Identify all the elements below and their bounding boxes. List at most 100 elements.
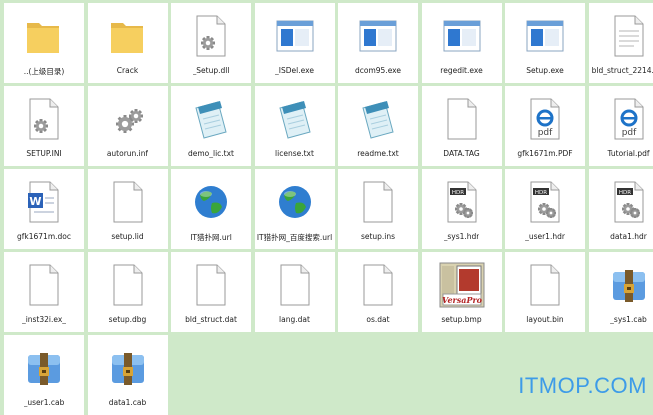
hdr-file-icon: HDR [606,179,652,225]
svg-text:pdf: pdf [538,128,553,138]
folder-icon [21,13,67,59]
file-name: license.txt [275,149,314,158]
file-name: SETUP.INI [26,149,61,158]
cab-archive-icon [21,345,67,391]
file-name: _user1.hdr [525,232,565,241]
exe-window-icon [439,13,485,59]
blank-file-icon [439,96,485,142]
file-name: gfk1671m.PDF [517,149,572,158]
svg-text:VersaPro: VersaPro [441,295,482,305]
file-item[interactable]: Crack [88,3,168,83]
site-watermark: ITMOP.COM [518,373,647,399]
blank-file-icon [522,262,568,308]
exe-window-icon [272,13,318,59]
file-item[interactable]: _inst32i.ex_ [4,252,84,332]
folder-icon [105,13,151,59]
file-name: regedit.exe [440,66,482,75]
svg-text:HDR: HDR [618,190,630,196]
file-item[interactable]: HDR _user1.hdr [505,169,585,249]
file-item[interactable]: pdf gfk1671m.PDF [505,86,585,166]
file-item[interactable]: SETUP.INI [4,86,84,166]
file-name: demo_lic.txt [188,149,234,158]
file-name: Tutorial.pdf [607,149,649,158]
file-name: ..(上级目录) [24,66,65,77]
blank-file-icon [355,179,401,225]
file-name: dcom95.exe [355,66,401,75]
versapro-image-icon: VersaPro [439,262,485,308]
file-name: _user1.cab [24,398,65,407]
file-name: autorun.inf [107,149,148,158]
file-item[interactable]: _user1.cab [4,335,84,415]
svg-text:HDR: HDR [451,190,463,196]
file-item[interactable]: autorun.inf [88,86,168,166]
file-item[interactable]: Wgfk1671m.doc [4,169,84,249]
file-item[interactable]: layout.bin [505,252,585,332]
file-item[interactable]: regedit.exe [422,3,502,83]
file-name: _sys1.cab [610,315,647,324]
cab-archive-icon [606,262,652,308]
file-item[interactable]: IT猎扑网.url [171,169,251,249]
file-name: data1.hdr [610,232,647,241]
file-item[interactable]: VersaPro setup.bmp [422,252,502,332]
file-name: setup.lid [111,232,143,241]
file-name: os.dat [366,315,389,324]
file-item[interactable]: license.txt [255,86,335,166]
text-file-icon [606,13,652,59]
hdr-file-icon: HDR [439,179,485,225]
blank-file-icon [105,262,151,308]
file-item[interactable]: readme.txt [338,86,418,166]
svg-text:HDR: HDR [535,190,547,196]
file-name: IT猎扑网_百度搜索.url [257,232,332,243]
file-item[interactable]: pdf Tutorial.pdf [589,86,653,166]
file-item[interactable]: bld_struct.dat [171,252,251,332]
file-item[interactable]: _ISDel.exe [255,3,335,83]
notepad-icon [188,96,234,142]
svg-text:W: W [29,195,41,208]
blank-file-icon [21,262,67,308]
file-item[interactable]: lang.dat [255,252,335,332]
file-grid: ..(上级目录) Crack _Setup.dll _ISDel.exe dco… [4,3,653,415]
pdf-file-icon: pdf [606,96,652,142]
file-item[interactable]: _sys1.cab [589,252,653,332]
file-name: _ISDel.exe [275,66,314,75]
svg-text:pdf: pdf [621,128,636,138]
file-item[interactable]: demo_lic.txt [171,86,251,166]
blank-file-icon [272,262,318,308]
file-item[interactable]: Setup.exe [505,3,585,83]
file-name: lang.dat [279,315,310,324]
inf-gear-file-icon [105,96,151,142]
file-name: DATA.TAG [443,149,479,158]
file-item[interactable]: setup.ins [338,169,418,249]
ini-gear-file-icon [21,96,67,142]
exe-window-icon [355,13,401,59]
file-item[interactable]: IT猎扑网_百度搜索.url [255,169,335,249]
file-item[interactable]: DATA.TAG [422,86,502,166]
file-name: setup.bmp [441,315,481,324]
file-item[interactable]: _Setup.dll [171,3,251,83]
file-name: readme.txt [357,149,399,158]
file-item[interactable]: setup.lid [88,169,168,249]
file-name: setup.dbg [109,315,147,324]
file-item[interactable]: os.dat [338,252,418,332]
file-name: Setup.exe [526,66,564,75]
file-name: gfk1671m.doc [17,232,71,241]
file-name: bld_struct_2214.log [592,66,653,75]
file-name: _Setup.dll [193,66,230,75]
dll-file-icon [188,13,234,59]
hdr-file-icon: HDR [522,179,568,225]
exe-window-icon [522,13,568,59]
file-item[interactable]: bld_struct_2214.log [589,3,653,83]
file-item[interactable]: HDR _sys1.hdr [422,169,502,249]
notepad-icon [272,96,318,142]
file-item[interactable]: HDR data1.hdr [589,169,653,249]
file-item[interactable]: data1.cab [88,335,168,415]
file-item[interactable]: dcom95.exe [338,3,418,83]
blank-file-icon [105,179,151,225]
blank-file-icon [355,262,401,308]
file-item[interactable]: ..(上级目录) [4,3,84,83]
notepad-icon [355,96,401,142]
file-name: _sys1.hdr [444,232,480,241]
file-item[interactable]: setup.dbg [88,252,168,332]
word-doc-icon: W [21,179,67,225]
file-name: _inst32i.ex_ [22,315,66,324]
